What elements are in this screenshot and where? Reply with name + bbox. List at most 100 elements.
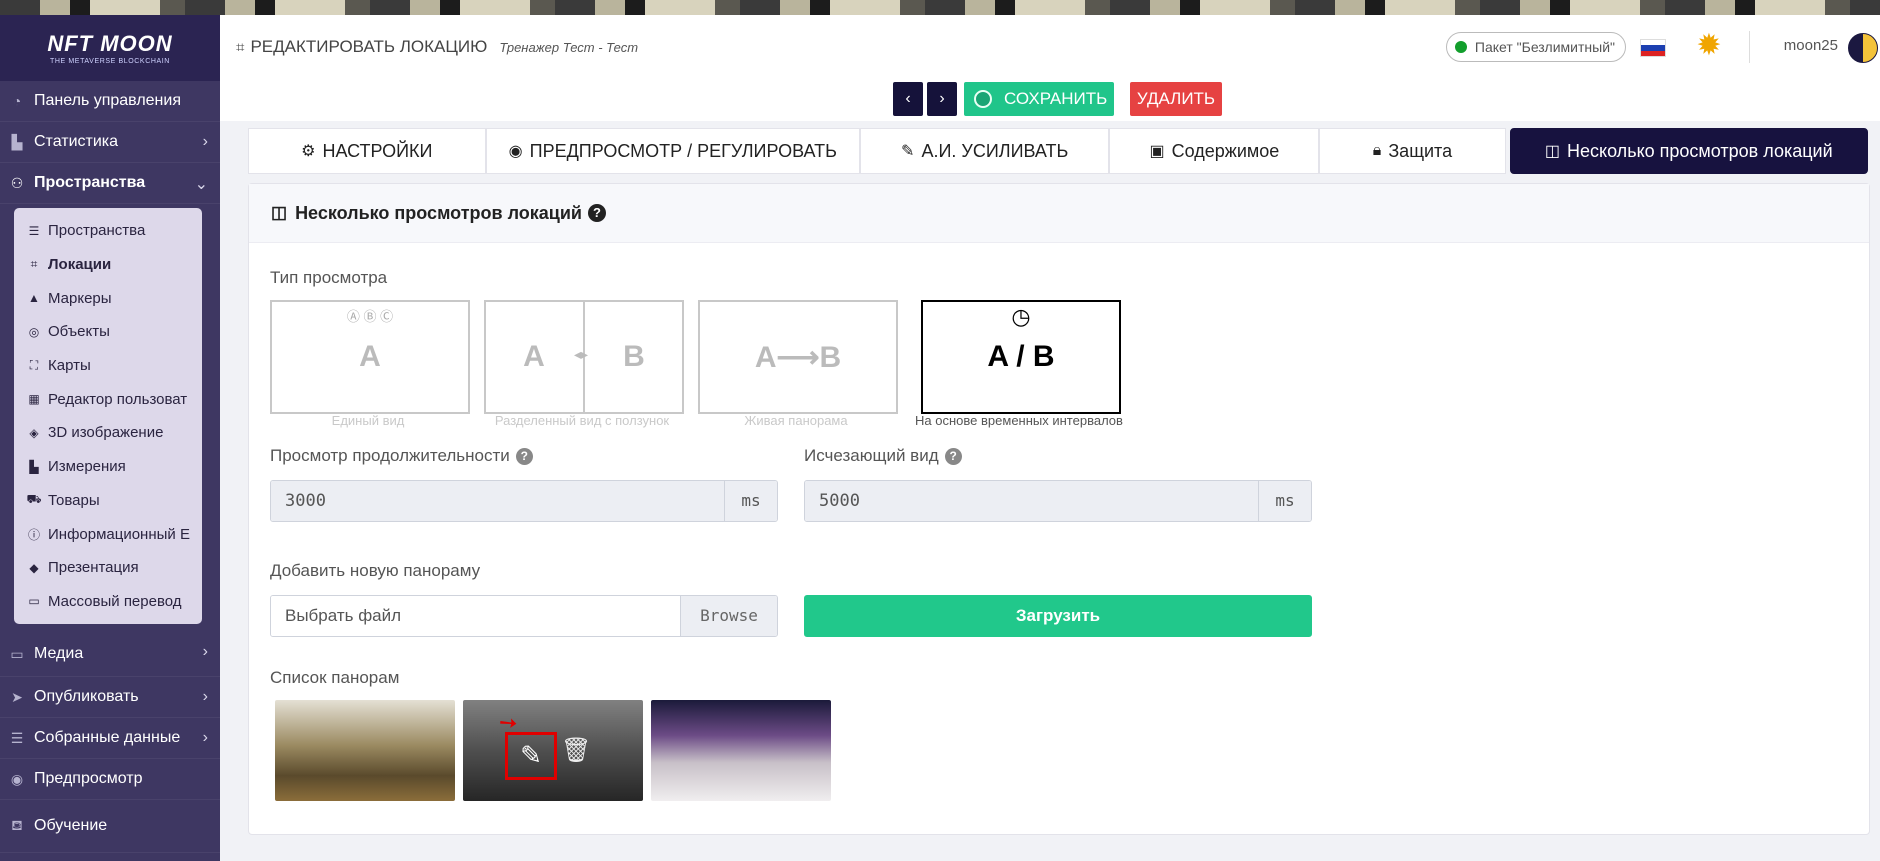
- view-type-symbol: B: [623, 340, 645, 373]
- tab-multi-view[interactable]: ◫ Несколько просмотров локаций: [1509, 128, 1868, 174]
- tab-protection[interactable]: 🔒︎ Защита: [1319, 128, 1506, 174]
- next-button[interactable]: ›: [927, 82, 957, 116]
- package-label: Пакет "Безлимитный": [1474, 39, 1615, 55]
- submenu-item-markers[interactable]: ▲ Маркеры: [14, 281, 202, 315]
- page-title: ⌗ РЕДАКТИРОВАТЬ ЛОКАЦИЮ Тренажер Тест - …: [236, 37, 638, 57]
- help-icon[interactable]: ?: [587, 204, 606, 222]
- sidebar-item-statistics[interactable]: ▙ Статистика ›: [0, 122, 220, 163]
- submenu-item-maps[interactable]: ⛶ Карты: [14, 349, 202, 383]
- sidebar-item-preview[interactable]: ◉ Предпросмотр: [0, 759, 220, 801]
- sidebar-item-label: Обучение: [34, 817, 108, 835]
- fade-unit: ms: [1258, 481, 1311, 521]
- tab-label: НАСТРОЙКИ: [322, 140, 433, 161]
- file-input[interactable]: Выбрать файл: [271, 596, 680, 636]
- tab-content[interactable]: ▣ Содержимое: [1109, 128, 1320, 174]
- logo-sub: THE METAVERSE BLOCKCHAIN: [50, 58, 170, 65]
- russian-flag-icon[interactable]: [1640, 39, 1666, 57]
- object-icon: ◎: [28, 324, 40, 339]
- save-button[interactable]: СОХРАНИТЬ: [964, 82, 1114, 116]
- sidebar-item-label: Опубликовать: [34, 688, 139, 706]
- header-divider: [1749, 31, 1750, 63]
- tab-settings[interactable]: ⚙ НАСТРОЙКИ: [248, 128, 486, 174]
- tab-label: Несколько просмотров локаций: [1566, 140, 1833, 161]
- package-badge[interactable]: Пакет "Безлимитный": [1445, 32, 1626, 62]
- panorama-thumbnail[interactable]: ➘ ✎ 🗑︎: [463, 700, 643, 801]
- sidebar-item-label: Медиа: [34, 645, 84, 663]
- status-dot-icon: [1454, 41, 1467, 53]
- fade-input[interactable]: 5000: [805, 481, 1258, 521]
- submenu-item-bulk-translate[interactable]: ▭ Массовый перевод: [14, 585, 202, 619]
- submenu-item-objects[interactable]: ◎ Объекты: [14, 315, 202, 349]
- submenu-item-products[interactable]: ⛟ Товары: [14, 484, 202, 518]
- submenu-label: Объекты: [48, 323, 110, 341]
- sun-icon[interactable]: ✹: [1692, 29, 1726, 63]
- upload-button[interactable]: Загрузить: [804, 595, 1312, 637]
- submenu-item-info[interactable]: ⓘ Информационный Е: [14, 517, 202, 551]
- submenu-label: Локации: [48, 256, 112, 274]
- cube-icon: ◈: [29, 425, 39, 440]
- sidebar-item-publish[interactable]: ➤ Опубликовать ›: [0, 677, 220, 719]
- tab-ai-enhance[interactable]: ✎ А.И. УСИЛИВАТЬ: [859, 128, 1110, 174]
- sidebar-item-training[interactable]: ⛾ Обучение: [0, 800, 220, 854]
- marker-icon: ▲: [28, 291, 40, 306]
- submenu-item-spaces[interactable]: ☰ Пространства: [14, 214, 202, 248]
- duration-input-group: 3000 ms: [270, 480, 778, 522]
- eye-icon: ◉: [10, 770, 24, 787]
- spaces-submenu: ☰ Пространства ⌗ Локации ▲ Маркеры ◎ Объекты…: [14, 208, 202, 625]
- trash-icon[interactable]: 🗑︎: [561, 736, 591, 765]
- sidebar-nav-bottom: ▭ Медиа › ➤ Опубликовать › ☰ Собранные д…: [0, 632, 220, 854]
- edit-icon[interactable]: ✎: [505, 732, 557, 780]
- submenu-item-3d-image[interactable]: ◈ 3D изображение: [14, 416, 202, 450]
- location-icon: ⌗: [236, 38, 245, 56]
- view-type-single[interactable]: Ⓐ Ⓑ Ⓒ A: [270, 300, 470, 414]
- sidebar-nav: ◔ Панель управления ▙ Статистика › ⚇ Про…: [0, 81, 220, 204]
- sidebar: NFT MOON THE METAVERSE BLOCKCHAIN ◔ Пане…: [0, 15, 220, 861]
- columns-icon: ◫: [1544, 143, 1560, 160]
- fade-label-text: Исчезающий вид: [804, 446, 939, 465]
- prev-button[interactable]: ‹: [893, 82, 923, 116]
- file-input-group[interactable]: Выбрать файл Browse: [270, 595, 778, 637]
- sidebar-item-dashboard[interactable]: ◔ Панель управления: [0, 81, 220, 122]
- card-title: Несколько просмотров локаций: [295, 202, 582, 223]
- submenu-item-locations[interactable]: ⌗ Локации: [14, 248, 202, 282]
- delete-button[interactable]: УДАЛИТЬ: [1130, 82, 1222, 116]
- view-type-symbol: A: [359, 340, 381, 373]
- sidebar-item-collected-data[interactable]: ☰ Собранные данные ›: [0, 718, 220, 760]
- panorama-thumbnail[interactable]: [651, 700, 831, 801]
- submenu-label: 3D изображение: [48, 424, 164, 442]
- submenu-item-measurements[interactable]: ▙ Измерения: [14, 450, 202, 484]
- duration-input[interactable]: 3000: [271, 481, 724, 521]
- view-type-live-panorama[interactable]: A⟶B: [698, 300, 898, 414]
- eye-icon: ◉: [508, 143, 523, 160]
- browse-button[interactable]: Browse: [680, 596, 777, 636]
- action-toolbar: ‹ › СОХРАНИТЬ УДАЛИТЬ: [220, 79, 1880, 121]
- training-icon: ⛾: [11, 816, 23, 833]
- sidebar-item-spaces[interactable]: ⚇ Пространства ⌄: [0, 163, 220, 204]
- fade-label: Исчезающий вид ?: [804, 446, 962, 466]
- panorama-thumbnail[interactable]: [275, 700, 455, 801]
- columns-icon: ◫: [271, 203, 288, 222]
- lock-icon: 🔒︎: [1372, 142, 1382, 159]
- clock-icon: ◷: [1011, 304, 1031, 329]
- username[interactable]: moon25: [1784, 37, 1838, 54]
- chart-icon: ▙: [11, 133, 23, 150]
- help-icon[interactable]: ?: [944, 447, 962, 465]
- submenu-item-editor[interactable]: ▦ Редактор пользоват: [14, 382, 202, 416]
- view-type-time-interval[interactable]: ◷ A / B: [921, 300, 1121, 414]
- submenu-label: Массовый перевод: [48, 592, 182, 610]
- help-icon[interactable]: ?: [515, 447, 533, 465]
- map-icon: ⛶: [29, 358, 39, 373]
- sidebar-item-media[interactable]: ▭ Медиа ›: [0, 632, 220, 678]
- logo[interactable]: NFT MOON THE METAVERSE BLOCKCHAIN: [0, 15, 220, 81]
- duration-unit: ms: [724, 481, 777, 521]
- sidebar-item-label: Пространства: [34, 174, 146, 191]
- avatar[interactable]: [1848, 33, 1878, 63]
- view-type-split-slider[interactable]: ◂▸ A B: [484, 300, 684, 414]
- sidebar-item-label: Предпросмотр: [34, 770, 143, 788]
- tab-preview[interactable]: ◉ ПРЕДПРОСМОТР / РЕГУЛИРОВАТЬ: [485, 128, 860, 174]
- submenu-item-presentation[interactable]: ◆ Презентация: [14, 551, 202, 585]
- tab-label: А.И. УСИЛИВАТЬ: [921, 140, 1069, 161]
- submenu-label: Редактор пользоват: [48, 390, 188, 408]
- submenu-label: Пространства: [48, 222, 146, 240]
- editor-icon: ▦: [28, 392, 40, 407]
